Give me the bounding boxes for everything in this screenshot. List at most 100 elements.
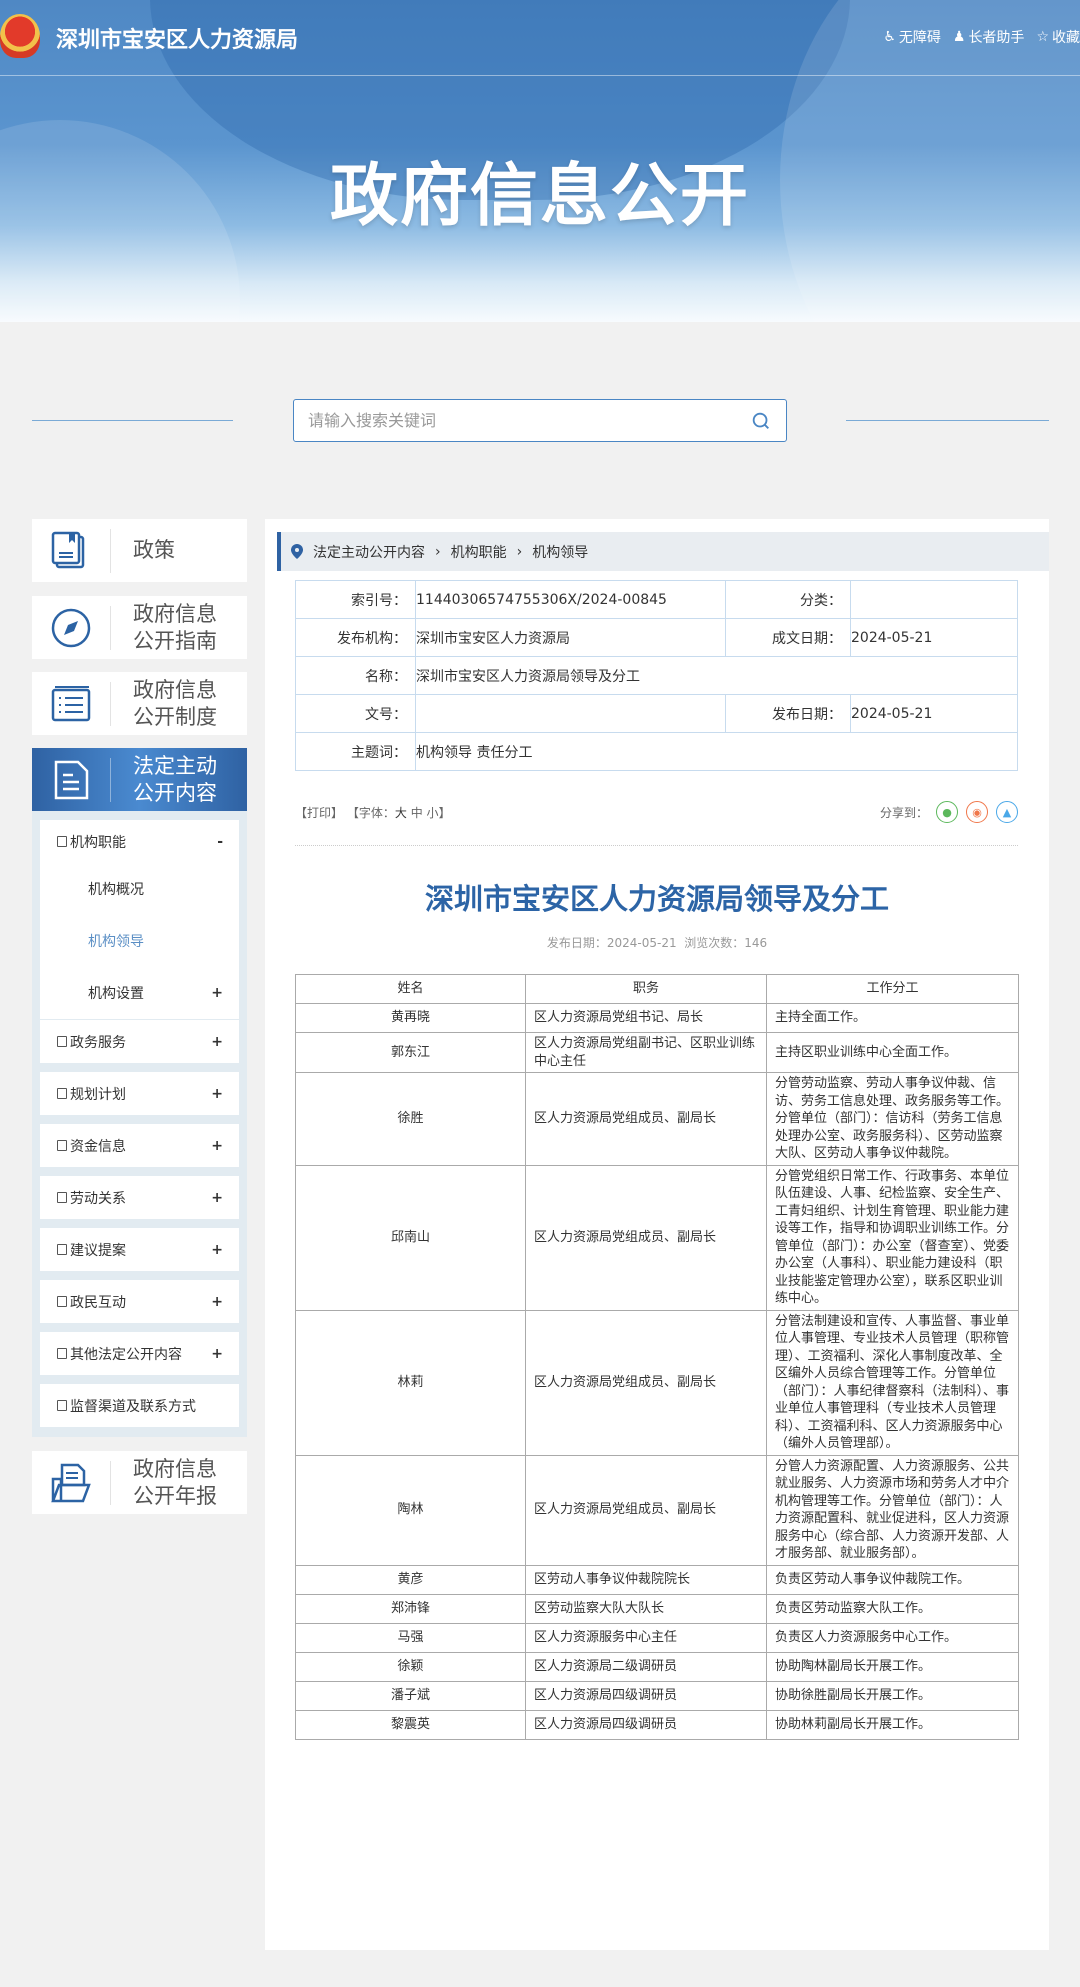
location-pin-icon xyxy=(291,544,303,559)
header-banner: 深圳市宝安区人力资源局 ♿ 无障碍 ♟ 长者助手 ☆ 收藏 政府信息公开 xyxy=(0,0,1080,322)
sidebar-card-annual-report[interactable]: 政府信息公开年报 xyxy=(32,1451,247,1514)
sidebar-card-statutory[interactable]: 法定主动公开内容 xyxy=(32,748,247,811)
leader-duties: 协助徐胜副局长开展工作。 xyxy=(766,1680,1019,1711)
leader-duties: 负责区人力资源服务中心工作。 xyxy=(766,1622,1019,1653)
meta-label: 发布日期： xyxy=(725,694,851,733)
breadcrumb: 法定主动公开内容 › 机构职能 › 机构领导 xyxy=(277,532,1049,571)
hero-title: 政府信息公开 xyxy=(329,157,750,236)
leader-position: 区人力资源局二级调研员 xyxy=(525,1651,767,1682)
collapse-toggle[interactable]: - xyxy=(217,834,223,850)
submenu-row[interactable]: 政民互动 + xyxy=(40,1280,239,1323)
article-toolbar: 【打印】 【字体：大 中 小】 分享到： ● ◉ ▲ xyxy=(295,801,1018,823)
expand-toggle[interactable]: + xyxy=(211,1190,223,1206)
submenu-item[interactable]: 政务服务 + xyxy=(40,1020,239,1063)
expand-toggle[interactable]: + xyxy=(211,1034,223,1050)
page-icon xyxy=(57,1036,67,1047)
meta-label: 发布机构： xyxy=(295,618,416,657)
sidebar-card-label: 政策 xyxy=(133,538,175,562)
submenu-item[interactable]: 劳动关系 + xyxy=(40,1176,239,1219)
submenu-item[interactable]: 其他法定公开内容 + xyxy=(40,1332,239,1375)
expand-toggle[interactable]: + xyxy=(211,1086,223,1102)
favorite-label: 收藏 xyxy=(1052,30,1080,46)
national-emblem-logo xyxy=(0,14,40,58)
submenu-item[interactable]: 资金信息 + xyxy=(40,1124,239,1167)
qq-share-icon[interactable]: ▲ xyxy=(996,801,1018,823)
document-meta-table: 索引号： 11440306574755306X/2024-00845 分类： 发布机… xyxy=(295,580,1018,771)
search-deco-line-left xyxy=(32,420,233,421)
leader-position: 区人力资源局党组书记、局长 xyxy=(525,1003,767,1033)
meta-label: 文号： xyxy=(295,694,416,733)
site-name[interactable]: 深圳市宝安区人力资源局 xyxy=(56,22,298,54)
sidebar-card-policy[interactable]: 政策 xyxy=(32,519,247,582)
leader-duties: 分管人力资源配置、人力资源服务、公共就业服务、人力资源市场和劳务人才中介机构管理… xyxy=(766,1454,1019,1566)
folder-icon xyxy=(51,1463,91,1502)
submenu-label: 资金信息 xyxy=(70,1138,126,1155)
statutory-submenu: 机构职能 - 机构概况 机构领导 机构设置 + 政务服务 + 规划计划 + 资金信息 + 劳动关… xyxy=(32,811,247,1437)
submenu-row[interactable]: 资金信息 + xyxy=(40,1124,239,1167)
expand-toggle[interactable]: + xyxy=(211,1242,223,1258)
submenu-item[interactable]: 监督渠道及联系方式 xyxy=(40,1384,239,1427)
submenu-row[interactable]: 监督渠道及联系方式 xyxy=(40,1384,239,1427)
table-row: 陶林 区人力资源局党组成员、副局长 分管人力资源配置、人力资源服务、公共就业服务、人… xyxy=(295,1454,1019,1566)
expand-toggle[interactable]: + xyxy=(211,985,223,1001)
share-label: 分享到： xyxy=(879,805,928,820)
leader-name: 马强 xyxy=(295,1622,526,1653)
submenu-row[interactable]: 政务服务 + xyxy=(40,1020,239,1063)
font-size-suffix: 】 xyxy=(438,805,451,820)
submenu-row[interactable]: 建议提案 + xyxy=(40,1228,239,1271)
leader-position: 区人力资源局党组成员、副局长 xyxy=(525,1309,767,1456)
compass-icon xyxy=(51,608,91,647)
meta-label: 主题词： xyxy=(295,732,416,771)
print-button[interactable]: 【打印】 xyxy=(295,806,343,820)
wechat-share-icon[interactable]: ● xyxy=(936,801,958,823)
sidebar-card-label: 政府信息公开制度 xyxy=(133,677,217,729)
sidebar-card-system[interactable]: 政府信息公开制度 xyxy=(32,672,247,735)
leader-name: 潘子斌 xyxy=(295,1680,526,1711)
favorite-link[interactable]: ☆ 收藏 xyxy=(1036,27,1080,47)
submenu-item[interactable]: 建议提案 + xyxy=(40,1228,239,1271)
submenu-child-setup[interactable]: 机构设置 + xyxy=(40,967,239,1019)
submenu-label: 劳动关系 xyxy=(70,1190,126,1207)
accessibility-link[interactable]: ♿ 无障碍 xyxy=(883,27,941,47)
font-large-button[interactable]: 大 xyxy=(395,806,407,820)
sidebar-card-label: 政府信息公开指南 xyxy=(133,601,217,653)
expand-toggle[interactable]: + xyxy=(211,1138,223,1154)
elder-assistant-label: 长者助手 xyxy=(968,30,1025,46)
submenu-row[interactable]: 劳动关系 + xyxy=(40,1176,239,1219)
search-input[interactable] xyxy=(308,411,750,430)
leader-name: 郭东江 xyxy=(295,1032,526,1073)
font-small-button[interactable]: 小 xyxy=(427,806,439,820)
breadcrumb-item[interactable]: 机构职能 xyxy=(451,542,507,562)
submenu-row[interactable]: 规划计划 + xyxy=(40,1072,239,1115)
leader-duties: 分管党组织日常工作、行政事务、本单位队伍建设、人事、纪检监察、安全生产、工青妇组… xyxy=(766,1164,1019,1311)
font-medium-button[interactable]: 中 xyxy=(411,806,423,820)
elder-assistant-link[interactable]: ♟ 长者助手 xyxy=(953,27,1025,47)
leader-position: 区人力资源服务中心主任 xyxy=(525,1622,767,1653)
page-icon xyxy=(57,1348,67,1359)
page-icon xyxy=(57,1244,67,1255)
submenu-label: 政民互动 xyxy=(70,1294,126,1311)
page-icon xyxy=(57,1296,67,1307)
submenu-item-org-functions[interactable]: 机构职能 - xyxy=(40,820,239,863)
leader-duties: 协助陶林副局长开展工作。 xyxy=(766,1651,1019,1682)
submenu-child-overview[interactable]: 机构概况 xyxy=(40,863,239,915)
submenu-child-leaders[interactable]: 机构领导 xyxy=(40,915,239,967)
expand-toggle[interactable]: + xyxy=(211,1346,223,1362)
search-box xyxy=(293,399,787,442)
leader-name: 陶林 xyxy=(295,1454,526,1566)
leader-position: 区人力资源局党组成员、副局长 xyxy=(525,1454,767,1566)
submenu-item[interactable]: 政民互动 + xyxy=(40,1280,239,1323)
breadcrumb-item[interactable]: 法定主动公开内容 xyxy=(313,542,425,562)
document-icon xyxy=(54,760,89,799)
sidebar-card-guide[interactable]: 政府信息公开指南 xyxy=(32,596,247,659)
expand-toggle[interactable]: + xyxy=(211,1294,223,1310)
submenu-item[interactable]: 规划计划 + xyxy=(40,1072,239,1115)
leader-position: 区人力资源局四级调研员 xyxy=(525,1680,767,1711)
leader-position: 区人力资源局党组成员、副局长 xyxy=(525,1072,767,1166)
sidebar-card-label: 政府信息公开年报 xyxy=(133,1456,217,1508)
submenu-row[interactable]: 其他法定公开内容 + xyxy=(40,1332,239,1375)
chevron-right-icon: › xyxy=(435,543,441,560)
search-icon[interactable] xyxy=(750,410,772,432)
weibo-share-icon[interactable]: ◉ xyxy=(966,801,988,823)
breadcrumb-item[interactable]: 机构领导 xyxy=(532,542,588,562)
